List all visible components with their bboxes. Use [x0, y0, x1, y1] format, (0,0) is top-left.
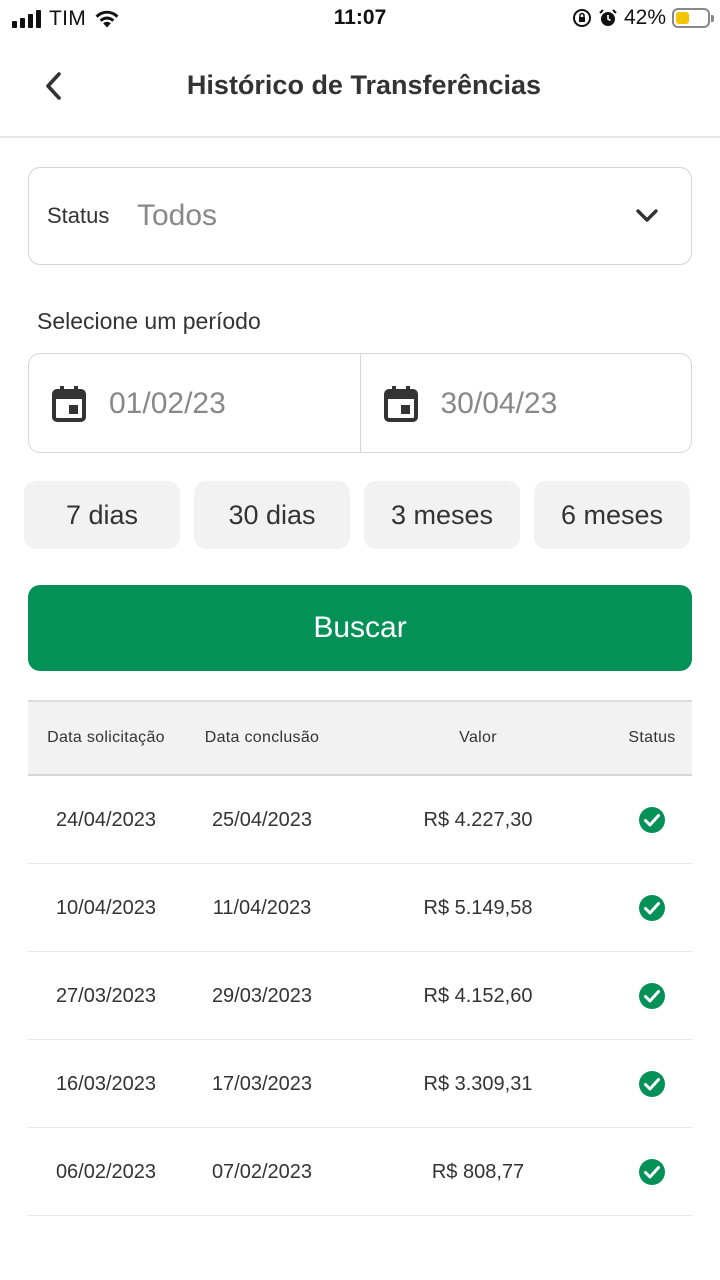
status-cell — [612, 1040, 692, 1128]
alarm-icon — [599, 9, 617, 26]
table-row[interactable]: 27/03/2023 29/03/2023 R$ 4.152,60 — [28, 952, 692, 1040]
battery-level — [676, 12, 689, 24]
chip-7-days[interactable]: 7 dias — [24, 481, 180, 549]
amount: R$ 808,77 — [431, 1160, 525, 1183]
orientation-lock-icon — [572, 9, 591, 27]
date-range-picker: 01/02/23 30/04/23 — [28, 353, 692, 453]
column-header-completed: Data conclusão — [204, 729, 320, 746]
battery-icon — [672, 8, 714, 28]
chip-3-months[interactable]: 3 meses — [364, 481, 520, 549]
status-filter-select[interactable]: Status Todos — [28, 167, 692, 265]
completed-date: 07/02/2023 — [211, 1160, 313, 1183]
calendar-icon — [383, 386, 418, 422]
status-cell — [612, 864, 692, 952]
transfers-table: Data solicitação Data conclusão Valor St… — [28, 700, 692, 1216]
amount: R$ 3.309,31 — [423, 1072, 533, 1095]
completed-date: 25/04/2023 — [211, 808, 313, 831]
amount: R$ 4.152,60 — [423, 984, 533, 1007]
completed-date: 29/03/2023 — [211, 984, 313, 1007]
requested-date: 16/03/2023 — [55, 1072, 157, 1095]
chip-30-days[interactable]: 30 dias — [194, 481, 350, 549]
column-header-requested: Data solicitação — [47, 729, 165, 746]
start-date-value: 01/02/23 — [109, 387, 226, 420]
table-row[interactable]: 10/04/2023 11/04/2023 R$ 5.149,58 — [28, 864, 692, 952]
table-row[interactable]: 16/03/2023 17/03/2023 R$ 3.309,31 — [28, 1040, 692, 1128]
search-button[interactable]: Buscar — [28, 585, 692, 671]
page-title: Histórico de Transferências — [186, 70, 542, 100]
status-bar: TIM 11:07 42% — [0, 0, 720, 38]
check-circle-icon — [639, 895, 665, 921]
table-row[interactable]: 06/02/2023 07/02/2023 R$ 808,77 — [28, 1128, 692, 1216]
requested-date: 06/02/2023 — [55, 1160, 157, 1183]
amount: R$ 4.227,30 — [423, 808, 533, 831]
quick-range-chips: 7 dias 30 dias 3 meses 6 meses — [24, 481, 690, 549]
start-date-field[interactable]: 01/02/23 — [29, 354, 360, 452]
status-cell — [612, 1128, 692, 1216]
column-header-status: Status — [628, 729, 676, 746]
calendar-icon — [52, 386, 86, 422]
requested-date: 24/04/2023 — [55, 808, 157, 831]
check-circle-icon — [639, 1159, 665, 1185]
status-filter-label: Status — [47, 203, 110, 228]
check-circle-icon — [639, 1071, 665, 1097]
period-label: Selecione um período — [37, 308, 261, 334]
battery-percent: 42% — [623, 6, 666, 29]
requested-date: 10/04/2023 — [55, 896, 157, 919]
status-bar-right: 42% — [572, 6, 714, 30]
completed-date: 11/04/2023 — [212, 896, 312, 919]
end-date-value: 30/04/23 — [440, 387, 558, 420]
table-header: Data solicitação Data conclusão Valor St… — [28, 700, 692, 776]
check-circle-icon — [639, 983, 665, 1009]
amount: R$ 5.149,58 — [423, 896, 533, 919]
chip-6-months[interactable]: 6 meses — [534, 481, 690, 549]
end-date-field[interactable]: 30/04/23 — [359, 354, 692, 452]
chevron-down-icon — [636, 209, 658, 222]
app-header: Histórico de Transferências — [0, 38, 720, 138]
check-circle-icon — [639, 807, 665, 833]
table-row[interactable]: 24/04/2023 25/04/2023 R$ 4.227,30 — [28, 776, 692, 864]
column-header-amount: Valor — [459, 729, 497, 746]
status-filter-value: Todos — [137, 199, 218, 232]
completed-date: 17/03/2023 — [211, 1072, 313, 1095]
requested-date: 27/03/2023 — [55, 984, 157, 1007]
status-cell — [612, 776, 692, 864]
status-cell — [612, 952, 692, 1040]
